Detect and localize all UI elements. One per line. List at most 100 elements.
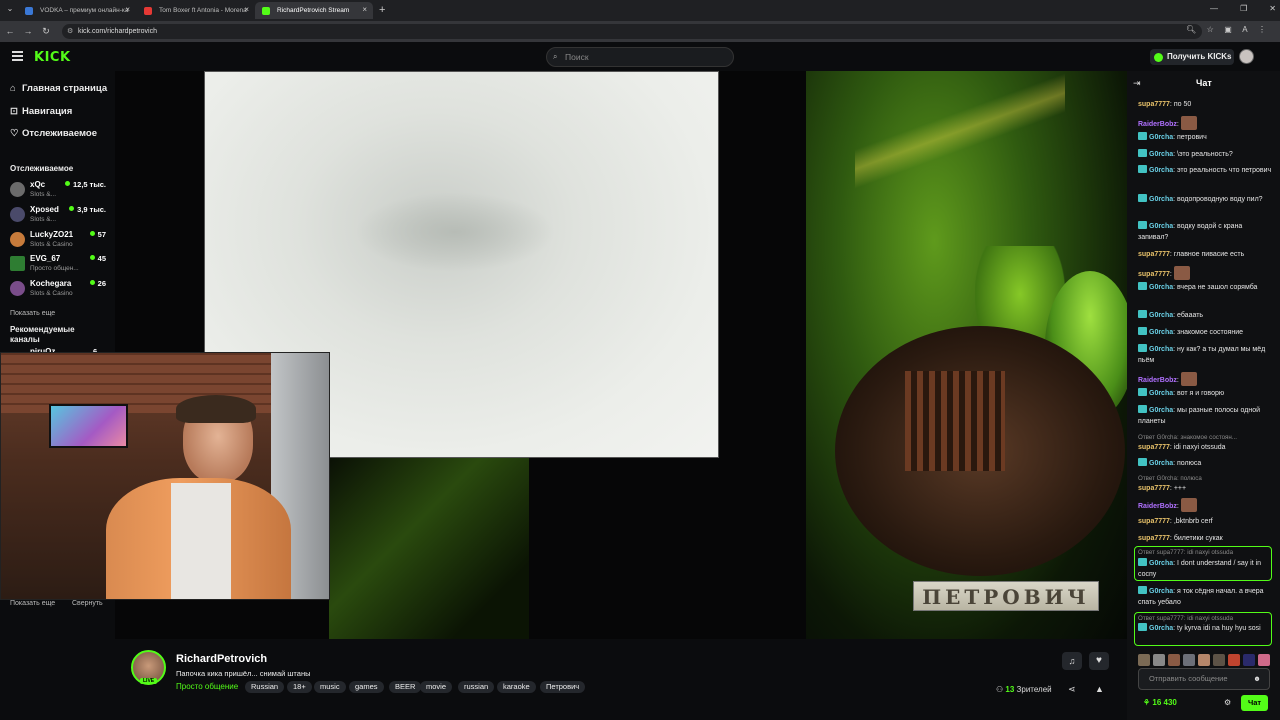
back-icon[interactable]: ← [4, 24, 16, 38]
tag-chip[interactable]: karaoke [497, 681, 536, 693]
extension-icon[interactable]: ▣ [1224, 25, 1232, 34]
chat-username[interactable]: G0rcha [1149, 460, 1173, 467]
emoji-icon[interactable]: ☻ [1253, 669, 1261, 689]
chat-username[interactable]: supa7777 [1138, 485, 1170, 492]
site-info-icon[interactable]: ⚙ [67, 27, 73, 35]
channel-viewers: 12,5 тыс. [65, 180, 106, 189]
tag-chip[interactable]: games [349, 681, 384, 693]
minimize-icon[interactable]: — [1210, 4, 1218, 13]
collapse-chat-icon[interactable]: ⇥ [1133, 78, 1141, 89]
emote-icon [1180, 372, 1197, 386]
browser-tab-1[interactable]: VODKA – премиум онлайн-ка × [18, 2, 136, 19]
chat-username[interactable]: supa7777 [1138, 518, 1170, 525]
chat-username[interactable]: supa7777 [1138, 444, 1170, 451]
channel-item[interactable]: Xposed Slots &... 3,9 тыс. [10, 205, 108, 229]
chat-username[interactable]: G0rcha [1149, 560, 1173, 567]
browser-tab-2[interactable]: Tom Boxer ft Antonia - Morena × [137, 2, 255, 19]
chat-username[interactable]: G0rcha [1149, 134, 1173, 141]
kicks-balance[interactable]: ⚘ 16 430 [1143, 698, 1177, 707]
maximize-icon[interactable]: ❐ [1240, 4, 1247, 13]
forward-icon[interactable]: → [22, 24, 34, 38]
chat-username[interactable]: RaiderBobz [1138, 121, 1177, 128]
emote-icon[interactable] [1138, 654, 1150, 666]
chat-username[interactable]: supa7777 [1138, 535, 1170, 542]
emote-icon[interactable] [1168, 654, 1180, 666]
streamer-name[interactable]: RichardPetrovich [176, 653, 267, 665]
profile-icon[interactable]: A [1242, 25, 1247, 34]
collapse-link[interactable]: Свернуть [72, 600, 103, 607]
chat-username[interactable]: G0rcha [1149, 346, 1173, 353]
tag-chip[interactable]: 18+ [287, 681, 312, 693]
tag-chip[interactable]: Петрович [540, 681, 586, 693]
channel-item[interactable]: xQc Slots &... 12,5 тыс. [10, 180, 108, 204]
chat-username[interactable]: supa7777 [1138, 251, 1170, 258]
chat-username[interactable]: G0rcha [1149, 625, 1173, 632]
chat-username[interactable]: supa7777 [1138, 101, 1170, 108]
subscriber-badge-icon [1138, 388, 1147, 396]
share-icon[interactable]: ⋖ [1068, 684, 1076, 695]
channel-item[interactable]: EVG_67 Просто общен... 45 [10, 254, 108, 278]
chat-username[interactable]: G0rcha [1149, 390, 1173, 397]
sidebar-item-following[interactable]: ♡ Отслеживаемое [10, 128, 97, 139]
tag-chip[interactable]: russian [458, 681, 495, 693]
emote-icon[interactable] [1213, 654, 1225, 666]
close-tab-icon[interactable]: × [362, 5, 367, 14]
chat-text: билетики сукак [1173, 535, 1223, 542]
chat-input[interactable]: Отправить сообщение ☻ [1138, 668, 1270, 690]
new-tab-icon[interactable]: + [379, 4, 385, 16]
channel-item[interactable]: Kochegara Slots & Casino 26 [10, 279, 108, 303]
tag-chip[interactable]: BEER [389, 681, 422, 693]
tab-list-icon[interactable]: ⌄ [4, 4, 16, 16]
chat-username[interactable]: G0rcha [1149, 588, 1173, 595]
emote-icon[interactable] [1183, 654, 1195, 666]
menu-dots-icon[interactable]: ⋮ [1258, 25, 1266, 34]
emote-icon[interactable] [1243, 654, 1255, 666]
chat-username[interactable]: G0rcha [1149, 167, 1173, 174]
search-input[interactable]: ⌕ Поиск [546, 47, 734, 67]
tag-chip[interactable]: Russian [245, 681, 285, 693]
chat-username[interactable]: supa7777 [1138, 271, 1170, 278]
show-more-link-2[interactable]: Показать еще [10, 600, 55, 607]
close-tab-icon[interactable]: × [125, 5, 130, 14]
chat-username[interactable]: RaiderBobz [1138, 503, 1177, 510]
chat-username[interactable]: G0rcha [1149, 284, 1173, 291]
tag-chip[interactable]: movie [420, 681, 453, 693]
follow-heart-icon[interactable]: ♥ [1089, 652, 1109, 670]
url-field[interactable]: kick.com/richardpetrovich [62, 24, 1202, 39]
tag-chip[interactable]: music [314, 681, 346, 693]
emote-icon[interactable] [1153, 654, 1165, 666]
kick-logo[interactable]: KICK [34, 50, 71, 65]
chat-username[interactable]: G0rcha [1149, 223, 1173, 230]
window-close-icon[interactable]: ✕ [1269, 4, 1276, 13]
chat-text: ебааать [1177, 312, 1204, 319]
close-tab-icon[interactable]: × [244, 5, 249, 14]
chat-text: \это реальность? [1177, 151, 1233, 158]
chat-username[interactable]: G0rcha [1149, 196, 1173, 203]
chat-username[interactable]: G0rcha [1149, 312, 1173, 319]
report-icon[interactable]: ▲ [1095, 684, 1104, 694]
chat-username[interactable]: G0rcha [1149, 151, 1173, 158]
bookmark-star-icon[interactable]: ☆ [1207, 25, 1214, 34]
user-avatar[interactable] [1239, 49, 1254, 64]
chat-username[interactable]: RaiderBobz [1138, 377, 1177, 384]
emote-icon [1180, 498, 1197, 512]
sidebar-item-browse[interactable]: ⊡ Навигация [10, 106, 72, 117]
emote-icon[interactable] [1228, 654, 1240, 666]
subscriber-badge-icon [1138, 221, 1147, 229]
chat-username[interactable]: G0rcha [1149, 407, 1173, 414]
notification-bell-icon[interactable]: ♫ [1062, 652, 1082, 670]
zoom-icon[interactable]: 🔍︎ [1186, 25, 1196, 34]
show-more-link[interactable]: Показать еще [10, 310, 55, 317]
send-chat-button[interactable]: Чат [1241, 695, 1268, 711]
sidebar-item-home[interactable]: ⌂ Главная страница [10, 83, 107, 94]
hamburger-menu-icon[interactable] [12, 51, 23, 61]
reload-icon[interactable]: ↻ [40, 24, 52, 38]
emote-icon[interactable] [1198, 654, 1210, 666]
browser-tab-3-active[interactable]: RichardPetrovich Stream × [255, 2, 373, 19]
channel-item[interactable]: LuckyZO21 Slots & Casino 57 [10, 230, 108, 254]
chat-username[interactable]: G0rcha [1149, 329, 1173, 336]
stream-category-link[interactable]: Просто общение [176, 682, 238, 691]
get-kicks-button[interactable]: Получить KICKs [1150, 49, 1234, 65]
chat-settings-icon[interactable]: ⚙ [1224, 698, 1231, 707]
emote-icon[interactable] [1258, 654, 1270, 666]
